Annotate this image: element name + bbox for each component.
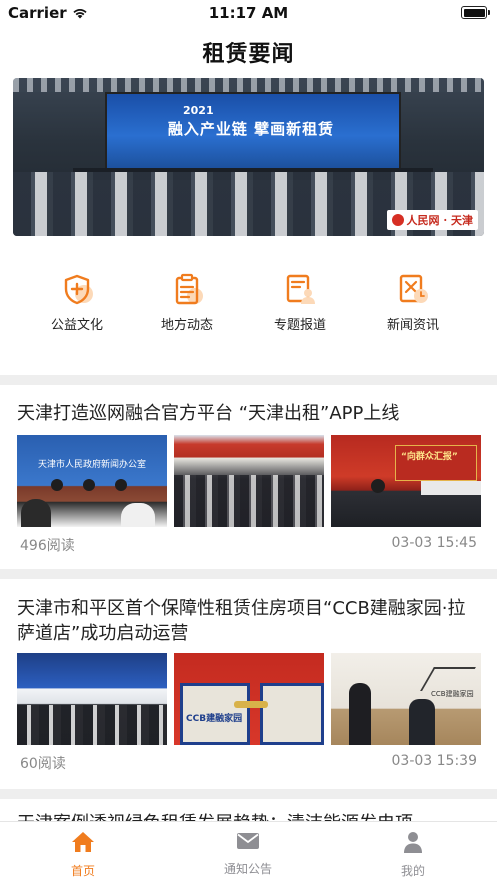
news-thumbnail: 天津市人民政府新闻办公室	[17, 435, 167, 527]
shield-plus-icon	[60, 272, 94, 306]
battery-icon	[461, 6, 490, 19]
news-title: 天津案例透视绿色租赁发展趋势：清洁能源发电项	[17, 811, 482, 821]
thumb-caption: “向群众汇报”	[401, 452, 458, 462]
section-divider	[0, 789, 497, 799]
news-thumbnails: CCB建融家园 CCB建融家园	[17, 653, 481, 745]
publish-date: 03-03 15:45	[391, 535, 477, 551]
thumb-caption: CCB建融家园	[186, 714, 243, 724]
news-item[interactable]: 天津案例透视绿色租赁发展趋势：清洁能源发电项	[0, 799, 497, 821]
section-divider	[0, 375, 497, 385]
tab-bar: 首页 通知公告 我的	[0, 821, 497, 884]
news-thumbnail: CCB建融家园	[331, 653, 481, 745]
ceiling-lights	[13, 78, 484, 92]
quick-link-special-reports[interactable]: 专题报道	[245, 272, 355, 333]
news-clock-icon	[396, 272, 430, 306]
news-title: 天津市和平区首个保障性租赁住房项目“CCB建融家园·拉萨道店”成功启动运营	[17, 598, 466, 644]
tab-label: 首页	[70, 864, 95, 878]
banner-slogan: 融入产业链 擘画新租赁	[167, 120, 335, 138]
status-bar: Carrier 11:17 AM	[0, 0, 497, 26]
news-thumbnail	[174, 435, 324, 527]
banner-image[interactable]: 2021 融入产业链 擘画新租赁 人民网 · 天津	[13, 78, 484, 236]
read-count: 60阅读	[20, 756, 66, 772]
tab-notices[interactable]: 通知公告	[198, 830, 298, 877]
quick-link-label: 新闻资讯	[386, 318, 439, 333]
mail-icon	[237, 833, 259, 849]
news-thumbnails: 天津市人民政府新闻办公室 “向群众汇报”	[17, 435, 481, 527]
publish-date: 03-03 15:39	[391, 753, 477, 769]
person-icon	[404, 832, 422, 853]
news-item[interactable]: 天津打造巡网融合官方平台 “天津出租”APP上线 天津市人民政府新闻办公室 “向…	[0, 385, 497, 569]
news-thumbnail: “向群众汇报”	[331, 435, 481, 527]
logo-mark-icon	[391, 214, 404, 226]
section-divider	[0, 569, 497, 579]
read-count: 496阅读	[20, 538, 75, 554]
news-thumbnail	[17, 653, 167, 745]
tab-profile[interactable]: 我的	[363, 830, 463, 879]
page-title: 租赁要闻	[202, 42, 295, 67]
report-person-icon	[283, 272, 317, 306]
tab-label: 我的	[400, 864, 425, 878]
thumb-caption: 天津市人民政府新闻办公室	[37, 460, 146, 470]
banner-year: 2021	[183, 104, 214, 117]
quick-link-label: 公益文化	[50, 318, 103, 333]
source-logo: 人民网 · 天津	[386, 210, 478, 230]
news-title: 天津打造巡网融合官方平台 “天津出租”APP上线	[17, 403, 400, 424]
nav-bar: 租赁要闻	[0, 28, 497, 72]
clock: 11:17 AM	[208, 4, 289, 22]
clipboard-icon	[170, 272, 204, 306]
news-thumbnail: CCB建融家园	[174, 653, 324, 745]
quick-links: 公益文化 地方动态 专题报道 新闻资讯	[0, 272, 497, 342]
quick-link-charity[interactable]: 公益文化	[22, 272, 132, 333]
source-logo-text: 人民网 · 天津	[406, 214, 474, 227]
quick-link-label: 地方动态	[160, 318, 213, 333]
news-item[interactable]: 天津市和平区首个保障性租赁住房项目“CCB建融家园·拉萨道店”成功启动运营 CC…	[0, 579, 497, 789]
quick-link-label: 专题报道	[273, 318, 326, 333]
quick-link-news[interactable]: 新闻资讯	[358, 272, 468, 333]
tab-home[interactable]: 首页	[33, 830, 133, 879]
thumb-caption: CCB建融家园	[431, 690, 474, 698]
tab-label: 通知公告	[223, 862, 272, 876]
home-icon	[72, 832, 94, 852]
quick-link-local-news[interactable]: 地方动态	[132, 272, 242, 333]
